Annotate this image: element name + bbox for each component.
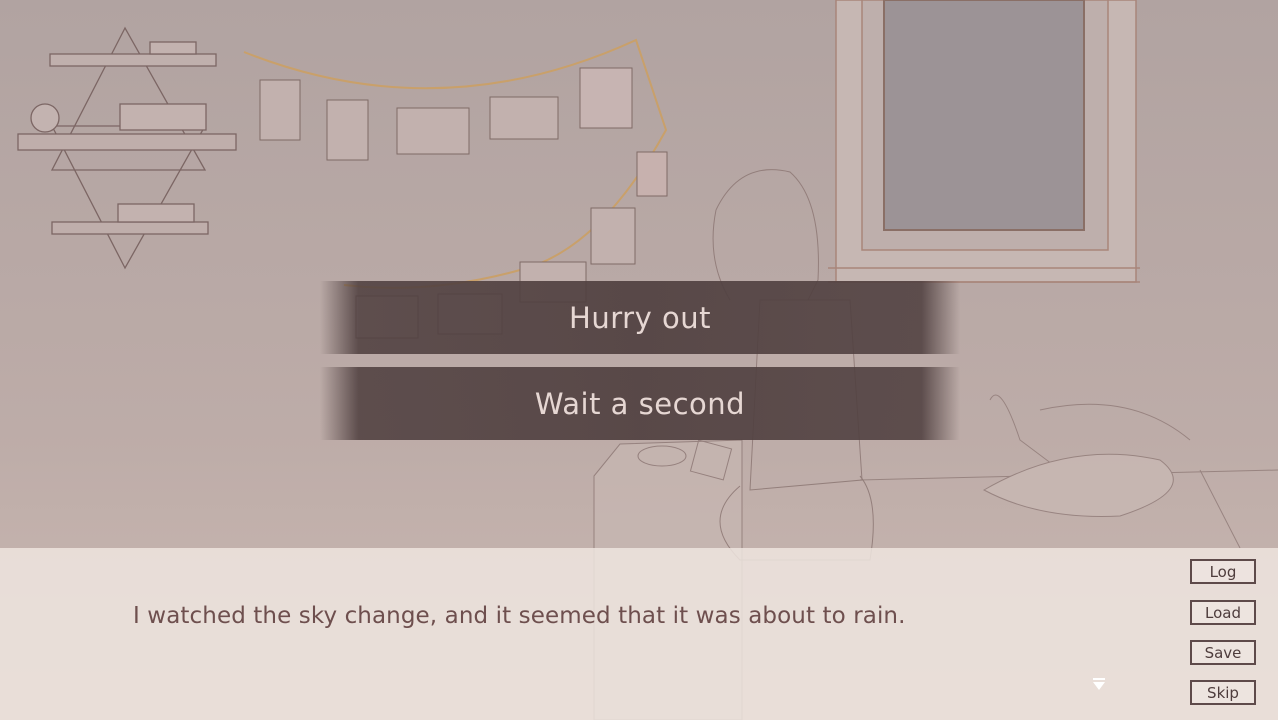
dialogue-text: I watched the sky change, and it seemed … <box>133 603 906 629</box>
save-button-label: Save <box>1204 643 1242 662</box>
log-button-label: Log <box>1209 562 1237 581</box>
choice-button-hurry-out[interactable]: Hurry out <box>320 281 960 354</box>
dialogue-box[interactable] <box>0 548 1278 720</box>
choice-label: Wait a second <box>534 386 746 421</box>
game-screen[interactable]: Hurry out Wait a second I watched the sk… <box>0 0 1278 720</box>
window-frame <box>828 0 1140 283</box>
log-button[interactable]: Log <box>1190 559 1256 584</box>
triangle-down-icon[interactable] <box>1091 676 1107 692</box>
save-button[interactable]: Save <box>1190 640 1256 665</box>
load-button-label: Load <box>1205 603 1241 622</box>
load-button[interactable]: Load <box>1190 600 1256 625</box>
skip-button[interactable]: Skip <box>1190 680 1256 705</box>
choice-label: Hurry out <box>569 300 711 335</box>
skip-button-label: Skip <box>1207 683 1239 702</box>
choice-button-wait-a-second[interactable]: Wait a second <box>320 367 960 440</box>
